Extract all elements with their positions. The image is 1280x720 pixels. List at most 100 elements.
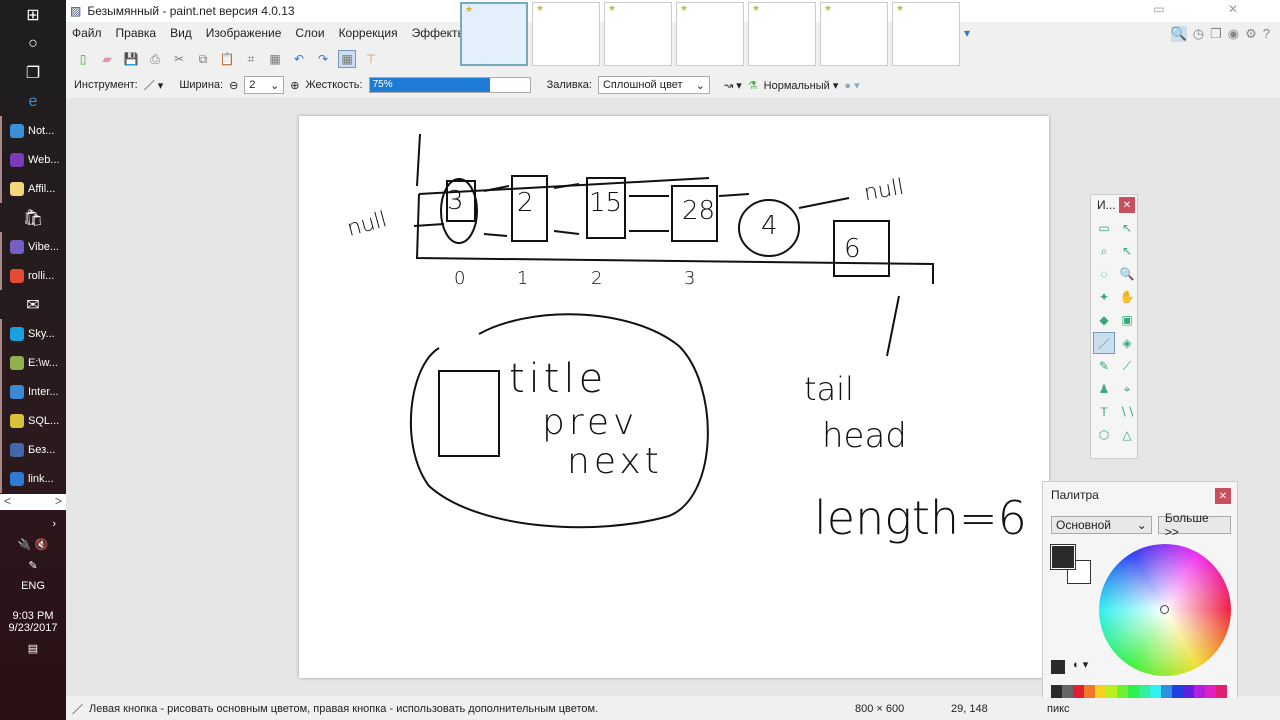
brush-tool-dropdown[interactable]: ／ ▾ [144, 77, 164, 93]
new-icon[interactable]: ▯ [74, 50, 92, 68]
width-decrease[interactable]: ⊖ [229, 79, 238, 92]
history-icon[interactable]: ◷ [1193, 26, 1204, 42]
colors-icon[interactable]: ◉ [1228, 26, 1239, 42]
crop-icon[interactable]: ⌗ [242, 50, 260, 68]
pen-icon[interactable]: ✎ [0, 559, 66, 572]
taskbar-item[interactable]: E:\w... [0, 348, 66, 377]
tool-icon[interactable]: ⌖ [1116, 378, 1138, 400]
color-swatch[interactable] [1194, 685, 1205, 699]
task-view-button[interactable]: ❐ [0, 58, 66, 87]
taskbar-item[interactable]: Not... [0, 116, 66, 145]
tool-icon[interactable]: ▭ [1093, 217, 1115, 239]
color-swatch[interactable] [1062, 685, 1073, 699]
color-swatch[interactable] [1139, 685, 1150, 699]
taskbar-item[interactable]: link... [0, 464, 66, 493]
settings-icon[interactable]: ⚙ [1245, 26, 1257, 42]
taskbar-item[interactable]: Inter... [0, 377, 66, 406]
selection-quality-icon[interactable]: ● ▾ [844, 79, 859, 92]
cortana-button[interactable]: ○ [0, 29, 66, 58]
canvas[interactable]: null null 3 2 15 28 4 6 0123 title prev next … [299, 116, 1049, 678]
color-swatch[interactable] [1084, 685, 1095, 699]
color-swatch[interactable] [1051, 685, 1062, 699]
width-select[interactable]: 2 ⌄ [244, 76, 285, 94]
tray-icons[interactable]: 🔌 🔇 [0, 538, 66, 551]
tool-icon[interactable]: T [1093, 401, 1115, 423]
color-swatch[interactable] [1161, 685, 1172, 699]
menu-item[interactable]: Изображение [206, 26, 282, 40]
deselect-icon[interactable]: ▦ [266, 50, 284, 68]
blend-mode-select[interactable]: Нормальный ▾ [764, 79, 839, 92]
taskbar-item[interactable]: Vibe... [0, 232, 66, 261]
print-icon[interactable]: ⎙ [146, 50, 164, 68]
tool-icon[interactable]: ⌕ [1093, 240, 1115, 262]
antialias-icon[interactable]: ↝ ▾ [724, 79, 742, 92]
paste-icon[interactable]: 📋 [218, 50, 236, 68]
layers-icon[interactable]: ❒ [1210, 26, 1222, 42]
tool-icon[interactable]: ✋ [1116, 286, 1138, 308]
color-swatch[interactable] [1106, 685, 1117, 699]
taskbar-item[interactable]: Без... [0, 435, 66, 464]
tool-icon[interactable]: ◈ [1116, 332, 1138, 354]
clock[interactable]: 9:03 PM 9/23/2017 [0, 610, 66, 634]
color-swatch[interactable] [1095, 685, 1106, 699]
image-thumbnail[interactable]: ★ [892, 2, 960, 66]
menu-item[interactable]: Правка [116, 26, 157, 40]
help-icon[interactable]: ? [1263, 26, 1270, 42]
language-indicator[interactable]: ENG [0, 580, 66, 592]
taskbar-item[interactable]: rolli... [0, 261, 66, 290]
tool-icon[interactable]: ⟋ [1116, 355, 1138, 377]
window-controls[interactable]: ▭ ✕ [1153, 2, 1268, 16]
color-picker-handle[interactable] [1160, 605, 1169, 614]
taskbar-item[interactable]: SQL... [0, 406, 66, 435]
view-tools[interactable]: 🔍 ◷ ❒ ◉ ⚙? [1170, 26, 1270, 42]
tool-icon[interactable]: △ [1116, 424, 1138, 446]
cut-icon[interactable]: ✂ [170, 50, 188, 68]
primary-color[interactable] [1050, 544, 1076, 570]
tool-icon[interactable]: ／ [1093, 332, 1115, 354]
edge-icon[interactable]: e [0, 87, 66, 116]
color-wheel[interactable] [1099, 544, 1231, 676]
width-increase[interactable]: ⊕ [290, 79, 299, 92]
color-mode-select[interactable]: Основной ⌄ [1051, 516, 1152, 534]
tool-icon[interactable]: 🔍 [1116, 263, 1138, 285]
color-swatch[interactable] [1073, 685, 1084, 699]
tool-icon[interactable]: ✦ [1093, 286, 1115, 308]
tool-icon[interactable]: ◌ [1093, 263, 1115, 285]
grid-icon[interactable]: ▦ [338, 50, 356, 68]
tray-expand-icon[interactable]: › [0, 518, 66, 530]
fill-select[interactable]: Сплошной цвет ⌄ [597, 76, 710, 94]
color-swatch[interactable] [1172, 685, 1183, 699]
copy-icon[interactable]: ⧉ [194, 50, 212, 68]
menu-item[interactable]: Эффекты [412, 26, 467, 40]
tool-icon[interactable]: ✎ [1093, 355, 1115, 377]
tabs-dropdown-icon[interactable]: ▾ [964, 26, 970, 66]
color-swatch[interactable] [1117, 685, 1128, 699]
menu-item[interactable]: Коррекция [339, 26, 398, 40]
add-color-icon[interactable] [1051, 660, 1065, 674]
taskbar-item[interactable]: Sky... [0, 319, 66, 348]
tool-icon[interactable]: ◆ [1093, 309, 1115, 331]
color-swatch[interactable] [1205, 685, 1216, 699]
image-thumbnail[interactable]: ★ [460, 2, 528, 66]
image-thumbnail[interactable]: ★ [532, 2, 600, 66]
menu-item[interactable]: Вид [170, 26, 192, 40]
ruler-icon[interactable]: ⊤ [362, 50, 380, 68]
tool-icon[interactable]: ↖ [1116, 217, 1138, 239]
close-palette-button[interactable]: ✕ [1215, 488, 1231, 504]
zoom-icon[interactable]: 🔍 [1170, 26, 1187, 42]
color-swatch[interactable] [1128, 685, 1139, 699]
start-button[interactable]: ⊞ [0, 0, 66, 29]
taskbar-item[interactable]: Affil... [0, 174, 66, 203]
image-thumbnail[interactable]: ★ [748, 2, 816, 66]
redo-icon[interactable]: ↷ [314, 50, 332, 68]
save-icon[interactable]: 💾 [122, 50, 140, 68]
tool-icon[interactable]: ∖∖ [1116, 401, 1138, 423]
image-thumbnail[interactable]: ★ [604, 2, 672, 66]
menu-item[interactable]: Слои [295, 26, 324, 40]
taskbar-scrollbar[interactable]: < > [0, 494, 66, 510]
open-icon[interactable]: ▰ [98, 50, 116, 68]
store-icon[interactable]: 🛍 [0, 203, 66, 232]
close-tools-button[interactable]: ✕ [1119, 197, 1135, 213]
tool-icon[interactable]: ↖ [1116, 240, 1138, 262]
mail-icon[interactable]: ✉ [0, 290, 66, 319]
